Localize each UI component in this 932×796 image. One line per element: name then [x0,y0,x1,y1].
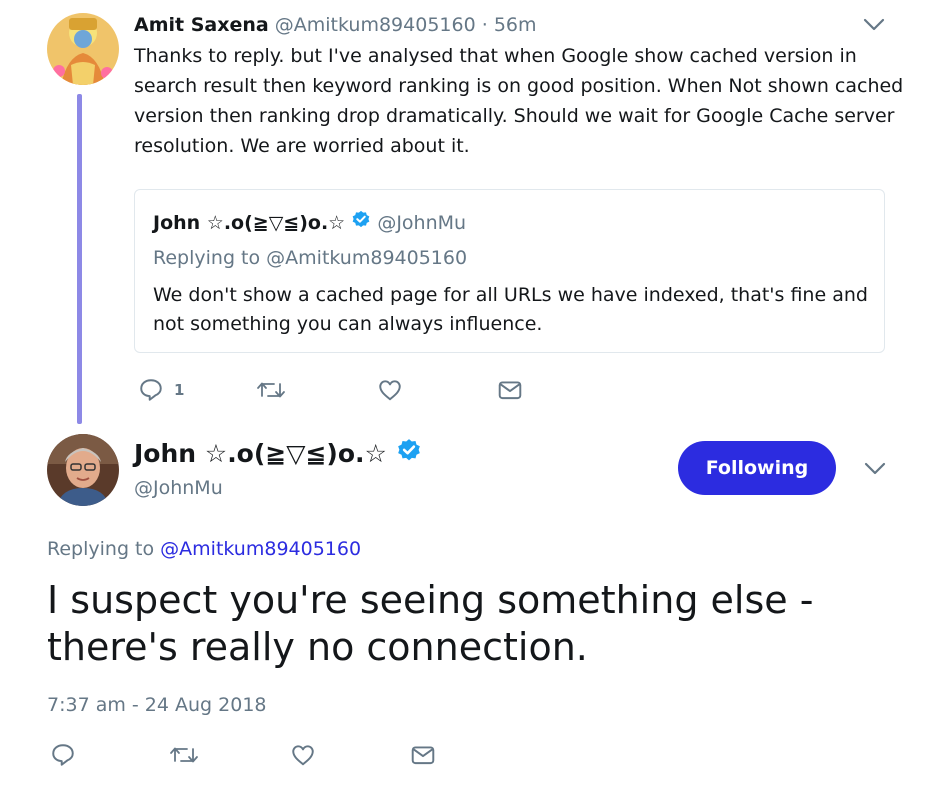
author-name: John ☆.o(≧▽≦)o.☆ [134,439,387,468]
amit-avatar[interactable] [47,13,119,85]
like-icon [290,742,316,768]
reply-icon [50,742,76,768]
like-button[interactable] [377,377,403,403]
reply-tweet-header: Amit Saxena @Amitkum89405160 · 56m [134,12,537,38]
main-author-name[interactable]: John ☆.o(≧▽≦)o.☆ [134,438,422,472]
dm-icon [410,742,436,768]
quoted-replying-to: Replying to @Amitkum89405160 [153,247,468,269]
author-handle[interactable]: @Amitkum89405160 [275,14,476,36]
chevron-down-icon[interactable] [863,16,885,34]
like-icon [377,377,403,403]
following-button[interactable]: Following [678,441,836,495]
replying-to: Replying to @Amitkum89405160 [47,536,361,562]
verified-badge-icon [396,438,422,472]
tweet-text-line: resolution. We are worried about it. [134,135,470,157]
john-avatar[interactable] [47,434,119,506]
quoted-tweet-header: John ☆.o(≧▽≦)o.☆ @JohnMu [153,210,466,237]
tweet-text-line: I suspect you're seeing something else - [47,578,814,622]
dm-icon [497,377,523,403]
dm-button[interactable] [497,377,523,403]
replying-to-handle-link[interactable]: @Amitkum89405160 [160,538,361,560]
quoted-author-handle: @JohnMu [377,212,467,234]
tweet-text-line: Thanks to reply. but I've analysed that … [134,45,857,67]
tweet-time[interactable]: · 56m [482,14,537,36]
retweet-button[interactable] [169,742,199,768]
like-button[interactable] [290,742,316,768]
tweet-text-line: not something you can always influence. [153,313,543,335]
verified-badge-icon [351,210,371,237]
main-tweet-text: I suspect you're seeing something else -… [47,577,813,671]
quoted-tweet-card[interactable]: John ☆.o(≧▽≦)o.☆ @JohnMu Replying to @Am… [134,189,885,353]
replying-to-label: Replying to [47,538,161,560]
retweet-icon [256,377,286,403]
main-author-handle[interactable]: @JohnMu [134,475,223,501]
thread-line [77,94,82,424]
quoted-tweet-text: We don't show a cached page for all URLs… [153,281,868,339]
author-name[interactable]: Amit Saxena [134,14,269,36]
retweet-button[interactable] [256,377,286,403]
quoted-author-name: John ☆.o(≧▽≦)o.☆ [153,212,346,234]
tweet-text-line: version then ranking drop dramatically. … [134,105,895,127]
reply-count: 1 [174,381,185,399]
dm-button[interactable] [410,742,436,768]
tweet-timestamp[interactable]: 7:37 am - 24 Aug 2018 [47,692,267,718]
tweet-text-line: search result then keyword ranking is on… [134,75,904,97]
chevron-down-icon[interactable] [864,460,886,478]
reply-button[interactable]: 1 [138,377,184,403]
reply-icon [138,377,164,403]
tweet-text-line: there's really no connection. [47,625,588,669]
reply-tweet-text: Thanks to reply. but I've analysed that … [134,41,914,161]
reply-button[interactable] [50,742,76,768]
tweet-text-line: We don't show a cached page for all URLs… [153,284,868,306]
retweet-icon [169,742,199,768]
